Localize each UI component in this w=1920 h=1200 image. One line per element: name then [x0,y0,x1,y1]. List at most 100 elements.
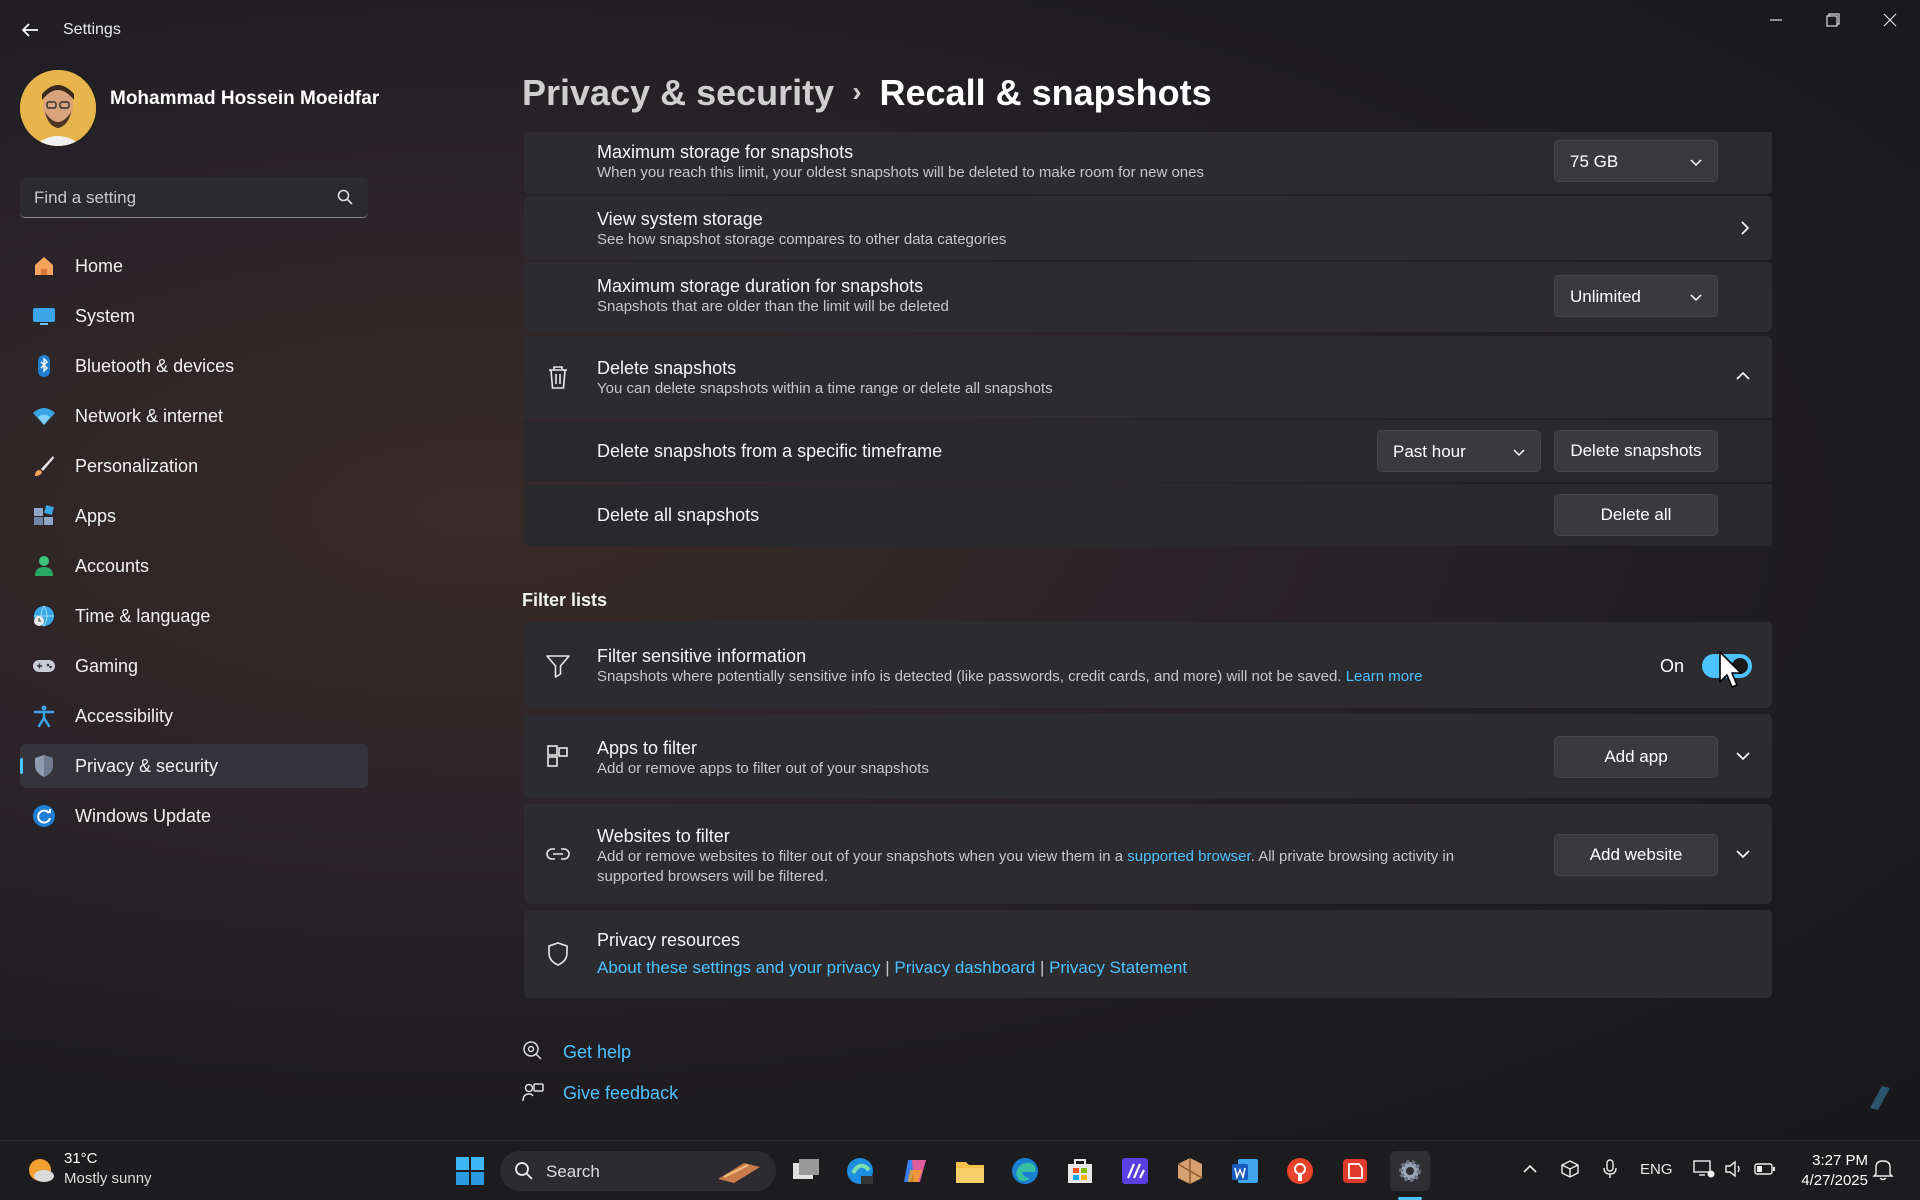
volume-icon[interactable] [1724,1159,1744,1183]
sidebar-item-windows-update[interactable]: Windows Update [20,794,368,838]
learn-more-link[interactable]: Learn more [1346,668,1423,685]
websites-desc-part2: . All private browsing activity in [1250,848,1455,865]
websites-filter-desc-line2: supported browsers will be filtered. [597,868,828,885]
search-icon[interactable] [336,188,354,206]
battery-icon[interactable] [1754,1160,1776,1182]
sidebar-item-bluetooth[interactable]: Bluetooth & devices [20,344,368,388]
back-arrow-icon[interactable] [18,18,42,42]
sidebar-item-label: Accounts [75,556,150,576]
taskbar-clock[interactable]: 3:27 PM 4/27/2025 [1801,1151,1868,1191]
filter-icon [544,651,572,679]
sidebar-item-accessibility[interactable]: Accessibility [20,694,368,738]
max-duration-desc: Snapshots that are older than the limit … [597,298,949,315]
package-app-icon[interactable] [1170,1151,1210,1191]
get-help-link[interactable]: Get help [563,1042,631,1063]
about-settings-link[interactable]: About these settings and your privacy [597,958,881,977]
chevron-down-icon [1512,445,1526,459]
system-icon [32,304,56,328]
accounts-icon [32,554,56,578]
page-title: Recall & snapshots [879,72,1212,113]
task-view-icon[interactable] [786,1151,826,1191]
sidebar-item-privacy-security[interactable]: Privacy & security [20,744,368,788]
store-icon[interactable] [1060,1151,1100,1191]
view-system-storage-row[interactable]: View system storage See how snapshot sto… [524,196,1772,260]
apps-to-filter-row[interactable]: Apps to filter Add or remove apps to fil… [524,714,1772,798]
delete-snapshots-header[interactable]: Delete snapshots You can delete snapshot… [524,336,1772,418]
apps-icon [32,504,56,528]
breadcrumb: Privacy & security › Recall & snapshots [522,72,1212,114]
breadcrumb-separator: › [852,76,862,107]
privacy-dashboard-link[interactable]: Privacy dashboard [894,958,1035,977]
weather-temperature[interactable]: 31°C [64,1150,98,1167]
notification-bell-icon[interactable] [1872,1157,1894,1185]
sidebar-item-accounts[interactable]: Accounts [20,544,368,588]
sidebar-item-time-language[interactable]: Time & language [20,594,368,638]
sidebar-item-label: Home [75,256,124,276]
add-app-button[interactable]: Add app [1554,736,1718,778]
sidebar-item-personalization[interactable]: Personalization [20,444,368,488]
sidebar-item-home[interactable]: Home [20,244,368,288]
tray-app-icon[interactable] [1560,1159,1580,1183]
copilot-icon[interactable] [895,1151,935,1191]
delete-all-row: Delete all snapshots Delete all [524,484,1772,546]
avatar[interactable] [20,70,96,146]
chevron-up-icon[interactable] [1734,367,1752,385]
add-website-button[interactable]: Add website [1554,834,1718,876]
privacy-statement-link[interactable]: Privacy Statement [1049,958,1187,977]
websites-to-filter-row[interactable]: Websites to filter Add or remove website… [524,804,1772,904]
restore-button[interactable] [1813,8,1853,32]
view-storage-title: View system storage [597,209,763,229]
sidebar-item-system[interactable]: System [20,294,368,338]
max-storage-dropdown[interactable]: 75 GB [1554,140,1718,182]
pdf-app-icon[interactable] [1335,1151,1375,1191]
sidebar-item-label: Gaming [75,656,139,676]
max-duration-dropdown[interactable]: Unlimited [1554,275,1718,317]
edge-icon[interactable] [1005,1151,1045,1191]
search-input[interactable]: Find a setting [20,177,368,218]
sidebar-item-label: Accessibility [75,706,174,726]
watermark-logo-icon [1864,1082,1896,1114]
link-divider: | [885,958,890,977]
weather-sun-icon[interactable] [24,1154,56,1186]
sidebar-item-network[interactable]: Network & internet [20,394,368,438]
chevron-down-icon[interactable] [1734,747,1752,765]
sidebar-item-label: Windows Update [75,806,212,826]
close-button[interactable] [1870,8,1910,32]
supported-browser-link[interactable]: supported browser [1127,848,1250,865]
globe-clock-icon [32,604,56,628]
hotspot-app-icon[interactable] [1280,1151,1320,1191]
settings-app-icon[interactable] [1390,1151,1430,1191]
chevron-up-icon[interactable] [1522,1161,1538,1181]
delete-all-button[interactable]: Delete all [1554,494,1718,536]
chevron-down-icon[interactable] [1734,845,1752,863]
start-button[interactable] [450,1151,490,1191]
file-explorer-icon[interactable] [950,1151,990,1191]
sidebar-item-apps[interactable]: Apps [20,494,368,538]
max-storage-desc: When you reach this limit, your oldest s… [597,164,1204,181]
max-storage-value: 75 GB [1570,152,1619,171]
sidebar-item-gaming[interactable]: Gaming [20,644,368,688]
chevron-down-icon [1689,290,1703,304]
delete-timeframe-row: Delete snapshots from a specific timefra… [524,420,1772,482]
taskbar-search[interactable]: Search [500,1151,776,1191]
weather-description[interactable]: Mostly sunny [64,1170,152,1187]
delete-snapshots-button[interactable]: Delete snapshots [1554,430,1718,472]
microphone-icon[interactable] [1602,1159,1618,1183]
link-icon [544,840,572,868]
word-icon[interactable] [1225,1151,1265,1191]
websites-filter-title: Websites to filter [597,826,730,846]
give-feedback-link[interactable]: Give feedback [563,1083,678,1104]
max-storage-title: Maximum storage for snapshots [597,142,854,162]
delete-all-label: Delete all snapshots [597,505,760,525]
minimize-button[interactable] [1756,8,1796,32]
toggle-state-label: On [1660,656,1685,676]
vs-code-insiders-icon[interactable] [1115,1151,1155,1191]
breadcrumb-parent[interactable]: Privacy & security [522,72,834,113]
timeframe-dropdown[interactable]: Past hour [1377,430,1541,472]
title-bar: Settings [0,0,1920,60]
sidebar-nav: Home System Bluetooth & devices Network … [20,244,368,844]
link-divider: | [1039,958,1045,977]
network-icon[interactable] [1693,1159,1715,1183]
language-indicator[interactable]: ENG [1640,1161,1673,1178]
edge-dev-icon[interactable] [840,1151,880,1191]
